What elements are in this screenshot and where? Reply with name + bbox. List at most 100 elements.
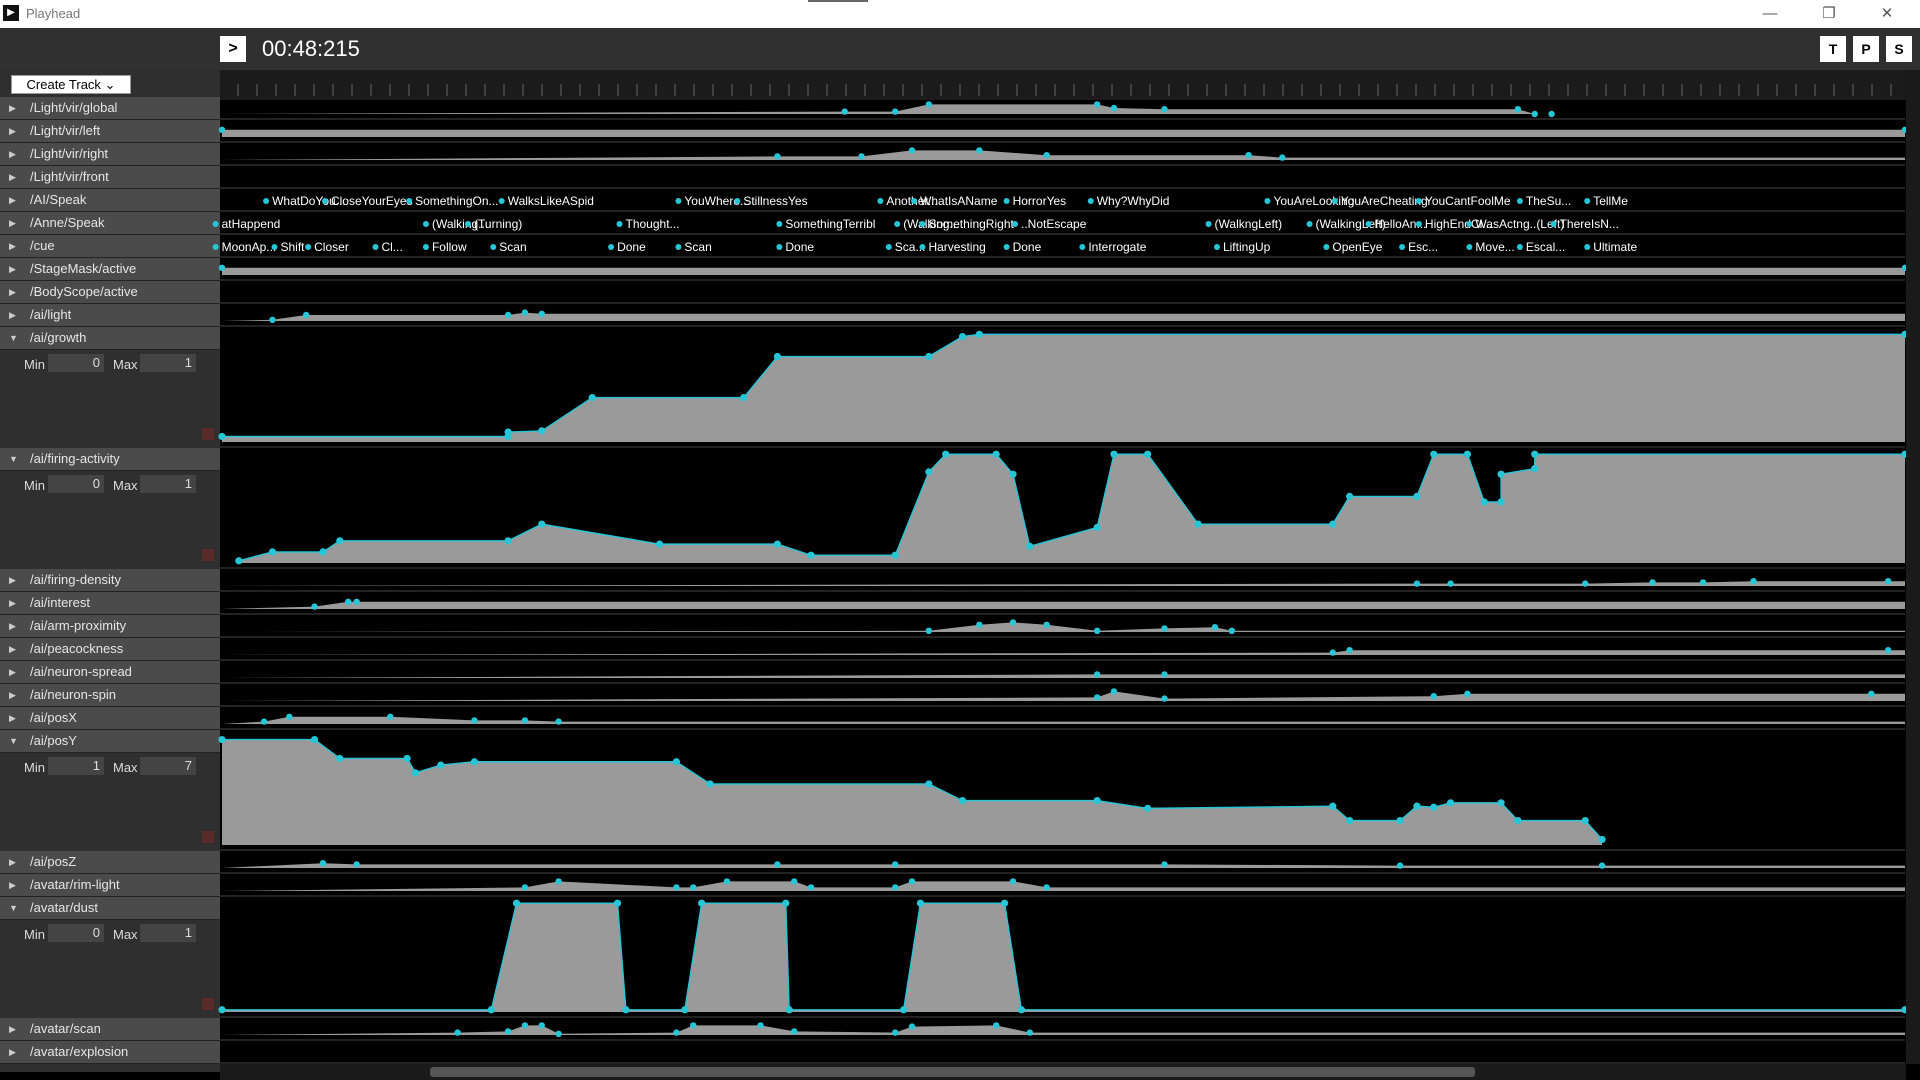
keyframe-point [1043, 884, 1050, 891]
keyframe-point [1531, 110, 1538, 118]
vertical-scrollbar[interactable] [1906, 70, 1920, 1064]
keyframe-point [1464, 690, 1471, 697]
keyframe-point [504, 428, 512, 436]
cue-marker-icon [271, 244, 278, 250]
keyframe-point [1211, 624, 1219, 631]
curve-fill [222, 903, 1905, 1012]
keyframe-point [521, 717, 529, 724]
cue-label: Ultimate [1593, 240, 1637, 254]
keyframe-point [976, 621, 983, 628]
timeline-canvas[interactable]: WhatDoYou...CloseYourEyes SomethingOn... W… [0, 0, 1920, 1080]
row-separator [220, 705, 1905, 707]
cue-marker-icon [877, 198, 884, 204]
ai-speak-cue: WalksLikeASpid [508, 194, 594, 208]
keyframe-point [1026, 542, 1034, 550]
anne-speak-cue: (Turning) [474, 217, 522, 231]
keyframe-point [992, 450, 1000, 458]
cue-label: MoonAp... [222, 240, 277, 254]
keyframe-point [613, 899, 622, 907]
keyframe-point [1144, 804, 1152, 812]
keyframe-point [690, 1022, 697, 1029]
keyframe-point [1093, 797, 1101, 805]
curve-fill [238, 454, 1906, 563]
cue-label: Interrogate [1088, 240, 1146, 254]
ai-speak-cue: WhatIsAName [920, 194, 998, 208]
row-separator [220, 895, 1905, 897]
keyframe-point [908, 878, 916, 885]
cue-marker-icon [885, 244, 892, 250]
row-separator [220, 1039, 1905, 1041]
keyframe-point [925, 627, 933, 634]
keyframe-point [1110, 450, 1118, 458]
keyframe-point [555, 1030, 562, 1038]
keyframe-point [1110, 688, 1118, 695]
keyframe-point [892, 861, 899, 868]
keyframe-point [1581, 816, 1589, 825]
keyframe-point [555, 878, 562, 885]
keyframe-point [1093, 523, 1101, 532]
anne-speak-cue: ThereIsN... [1560, 217, 1619, 231]
keyframe-point [521, 1022, 529, 1029]
keyframe-point [336, 754, 344, 763]
band-fill [222, 150, 1905, 160]
keyframe-point [1009, 619, 1017, 626]
keyframe-point [757, 1022, 764, 1029]
keyframe-point [1430, 450, 1438, 458]
ai-speak-cue: YouCantFoolMe [1425, 194, 1511, 208]
keyframe-point [1026, 1029, 1034, 1036]
keyframe-point [1009, 470, 1017, 478]
ai-speak-cue: SomethingOn... [415, 194, 498, 208]
keyframe-point [916, 899, 925, 907]
band-fill [222, 129, 1905, 137]
cue-marker-icon [1365, 221, 1372, 227]
cue-marker-icon [1516, 198, 1523, 204]
keyframe-point [1598, 862, 1606, 869]
cue-marker-icon [406, 198, 413, 204]
cue-marker-icon [1213, 244, 1220, 250]
cue-marker-icon [1584, 198, 1591, 204]
keyframe-point [471, 717, 478, 724]
row-separator [220, 256, 1905, 258]
cue-marker-icon [1331, 198, 1338, 204]
keyframe-point [1480, 498, 1488, 506]
keyframe-point [1346, 816, 1354, 825]
keyframe-point [1868, 690, 1875, 697]
keyframe-point [260, 718, 268, 725]
keyframe-point [925, 101, 933, 108]
keyframe-point [1413, 580, 1421, 587]
cue-label: Closer [314, 240, 349, 254]
cue-marker-icon [1306, 221, 1313, 227]
row-separator [220, 849, 1905, 851]
keyframe-point [218, 735, 226, 744]
keyframe-point [942, 450, 950, 458]
keyframe-point [807, 884, 815, 891]
keyframe-point [454, 1029, 461, 1036]
keyframe-point [521, 309, 529, 316]
keyframe-point [706, 780, 714, 788]
keyframe-point [218, 1006, 226, 1014]
row-separator [220, 613, 1905, 615]
ai-speak-cue: Why?WhyDid [1097, 194, 1170, 208]
cue-label: Cl... [381, 240, 402, 254]
row-separator [220, 210, 1905, 212]
keyframe-point [1463, 450, 1472, 458]
keyframe-point [773, 540, 781, 548]
keyframe-point [1009, 878, 1017, 885]
horizontal-scroll-thumb[interactable] [430, 1067, 1475, 1077]
band-fill [222, 267, 1905, 275]
cue-label: Esc... [1408, 240, 1438, 254]
keyframe-point [353, 861, 360, 868]
keyframe-point [782, 899, 790, 907]
keyframe-point [1884, 647, 1892, 654]
row-separator [220, 590, 1905, 592]
keyframe-point [774, 861, 781, 868]
cue-marker-icon [422, 244, 429, 250]
row-separator [220, 233, 1905, 235]
keyframe-point [1413, 492, 1421, 500]
keyframe-point [900, 1006, 908, 1014]
keyframe-point [310, 735, 319, 744]
keyframe-point [437, 761, 445, 769]
cue-marker-icon [608, 244, 615, 250]
ai-speak-cue: TellMe [1593, 194, 1628, 208]
band-fill [222, 312, 1905, 321]
